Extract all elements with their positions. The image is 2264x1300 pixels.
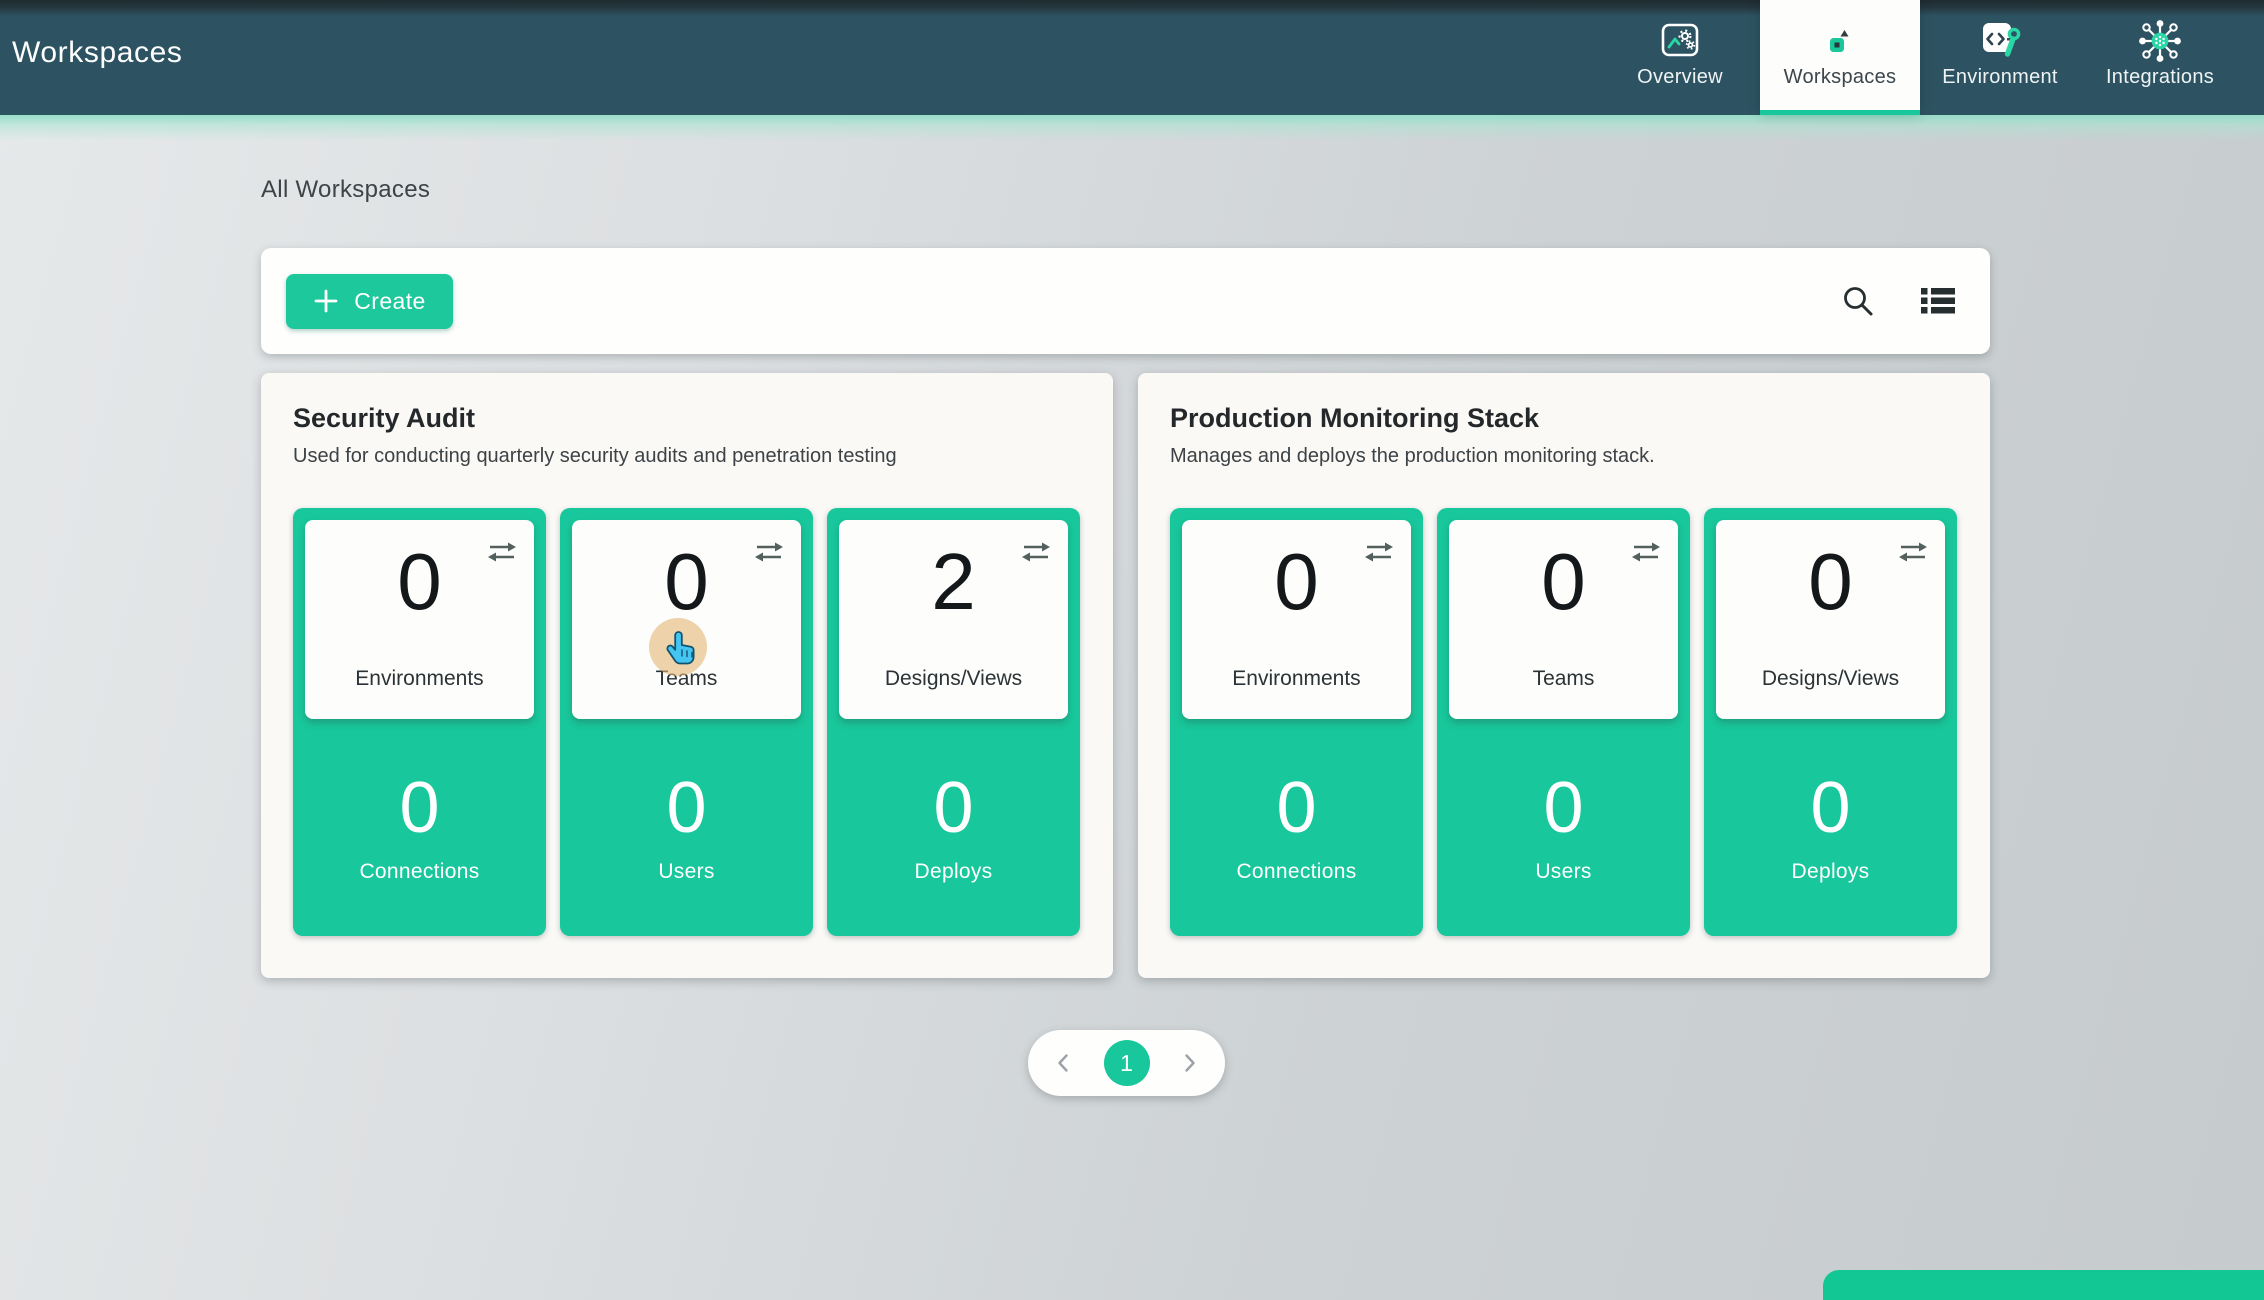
tab-workspaces-label: Workspaces: [1784, 66, 1897, 89]
stat-top-card[interactable]: 0 Environments: [305, 520, 534, 719]
stat-label: Teams: [572, 667, 801, 691]
stat-bottom-section[interactable]: 0 Deploys: [827, 719, 1080, 936]
create-button-label: Create: [354, 288, 425, 315]
swap-arrows-icon[interactable]: [1897, 540, 1929, 569]
stat-bottom-section[interactable]: 0 Users: [560, 719, 813, 936]
tab-environment[interactable]: Environment: [1920, 0, 2080, 115]
stat-value: 0: [1543, 772, 1583, 844]
stat-label: Connections: [359, 860, 479, 884]
tile-designs-deploys[interactable]: 2 Designs/Views 0 Deploys: [827, 508, 1080, 936]
swap-arrows-icon[interactable]: [753, 540, 785, 569]
pagination: 1: [1028, 1030, 1225, 1096]
tile-teams-users[interactable]: 0 Teams 0 Users: [1437, 508, 1690, 936]
stat-label: Teams: [1449, 667, 1678, 691]
stat-top-card[interactable]: 2 Designs/Views: [839, 520, 1068, 719]
stat-label: Deploys: [915, 860, 993, 884]
tab-integrations[interactable]: Integrations: [2080, 0, 2240, 115]
workspaces-app: Workspaces Overview: [0, 0, 2264, 1300]
tile-designs-deploys[interactable]: 0 Designs/Views 0 Deploys: [1704, 508, 1957, 936]
stat-label: Environments: [305, 667, 534, 691]
page-title: Workspaces: [12, 36, 183, 70]
integrations-icon: [2137, 17, 2183, 65]
swap-arrows-icon[interactable]: [1363, 540, 1395, 569]
tile-teams-users[interactable]: 0 Teams 0: [560, 508, 813, 936]
stat-label: Connections: [1236, 860, 1356, 884]
workspaces-icon: [1826, 17, 1854, 65]
stat-tiles: 0 Environments 0 Connections: [293, 508, 1080, 936]
stat-tiles: 0 Environments 0 Connections: [1170, 508, 1957, 936]
header-glow: [0, 115, 2264, 141]
toolbar-icons: [1836, 279, 1960, 323]
chevron-left-icon[interactable]: [1052, 1051, 1076, 1075]
search-icon[interactable]: [1836, 279, 1880, 323]
environment-icon: [1977, 17, 2023, 65]
tab-overview[interactable]: Overview: [1600, 0, 1760, 115]
stat-label: Deploys: [1792, 860, 1870, 884]
overview-icon: [1658, 17, 1702, 65]
stat-label: Designs/Views: [839, 667, 1068, 691]
workspace-title: Production Monitoring Stack: [1170, 403, 1539, 434]
stat-bottom-section[interactable]: 0 Users: [1437, 719, 1690, 936]
stat-value: 0: [666, 772, 706, 844]
stat-top-card[interactable]: 0 Environments: [1182, 520, 1411, 719]
workspace-title: Security Audit: [293, 403, 475, 434]
workspaces-toolbar: Create: [261, 248, 1990, 354]
workspace-card-security-audit: Security Audit Used for conducting quart…: [261, 373, 1113, 978]
swap-arrows-icon[interactable]: [1630, 540, 1662, 569]
stat-value: 0: [399, 772, 439, 844]
workspace-description: Used for conducting quarterly security a…: [293, 445, 897, 468]
tile-environments-connections[interactable]: 0 Environments 0 Connections: [1170, 508, 1423, 936]
chevron-right-icon[interactable]: [1177, 1051, 1201, 1075]
swap-arrows-icon[interactable]: [486, 540, 518, 569]
stat-top-card[interactable]: 0 Designs/Views: [1716, 520, 1945, 719]
stat-bottom-section[interactable]: 0 Connections: [293, 719, 546, 936]
plus-icon: [313, 288, 339, 314]
bottom-toast[interactable]: [1823, 1270, 2264, 1300]
stat-top-card[interactable]: 0 Teams: [572, 520, 801, 719]
tile-environments-connections[interactable]: 0 Environments 0 Connections: [293, 508, 546, 936]
stat-bottom-section[interactable]: 0 Connections: [1170, 719, 1423, 936]
stat-value: 0: [933, 772, 973, 844]
stat-label: Users: [1535, 860, 1591, 884]
tab-environment-label: Environment: [1942, 66, 2058, 89]
swap-arrows-icon[interactable]: [1020, 540, 1052, 569]
stat-value: 0: [1810, 772, 1850, 844]
list-view-icon[interactable]: [1916, 282, 1960, 320]
stat-label: Environments: [1182, 667, 1411, 691]
workspace-card-production-monitoring: Production Monitoring Stack Manages and …: [1138, 373, 1990, 978]
stat-bottom-section[interactable]: 0 Deploys: [1704, 719, 1957, 936]
all-workspaces-heading: All Workspaces: [261, 176, 430, 204]
app-header: Workspaces Overview: [0, 0, 2264, 115]
stat-value: 0: [1276, 772, 1316, 844]
tab-overview-label: Overview: [1637, 66, 1723, 89]
create-button[interactable]: Create: [286, 274, 453, 329]
stat-top-card[interactable]: 0 Teams: [1449, 520, 1678, 719]
stat-label: Designs/Views: [1716, 667, 1945, 691]
tab-workspaces[interactable]: Workspaces: [1760, 0, 1920, 115]
current-page-indicator[interactable]: 1: [1104, 1040, 1150, 1086]
main-nav: Overview Workspaces: [1600, 0, 2240, 115]
workspace-card-list: Security Audit Used for conducting quart…: [261, 373, 1990, 978]
workspace-description: Manages and deploys the production monit…: [1170, 445, 1655, 468]
stat-label: Users: [658, 860, 714, 884]
tab-integrations-label: Integrations: [2106, 66, 2214, 89]
